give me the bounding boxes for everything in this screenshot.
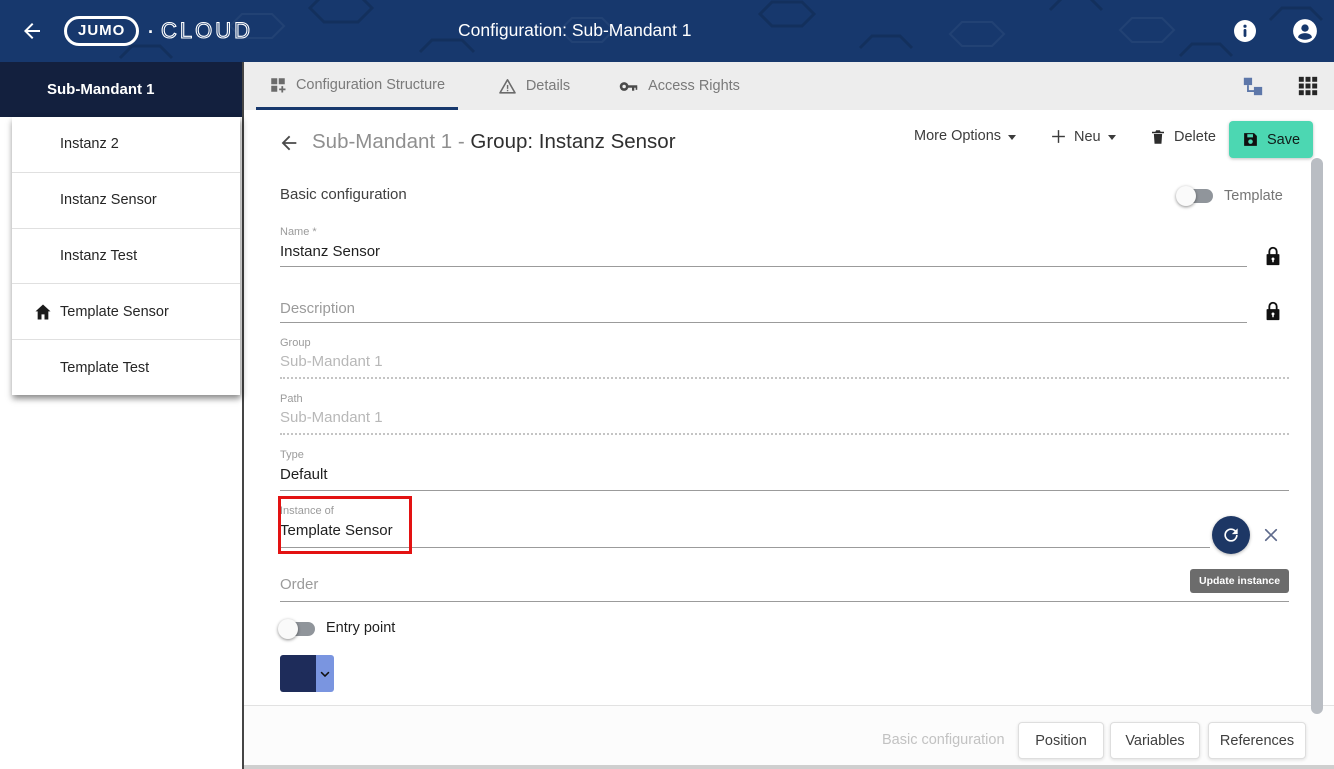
toggle-thumb <box>1176 186 1196 206</box>
app-root: JUMO · CLOUD Configuration: Sub-Mandant … <box>0 0 1334 769</box>
group-field-underline <box>280 377 1289 379</box>
more-options-label: More Options <box>914 128 1001 144</box>
lock-icon[interactable] <box>1262 300 1284 322</box>
window-title: Configuration: Sub-Mandant 1 <box>458 20 691 41</box>
type-field-label: Type <box>280 449 304 461</box>
lock-icon[interactable] <box>1262 245 1284 267</box>
tab-access-rights[interactable]: Access Rights <box>614 62 744 110</box>
refresh-icon <box>1221 525 1241 545</box>
tab-label: Configuration Structure <box>296 77 445 93</box>
name-field-underline <box>280 266 1247 267</box>
save-button[interactable]: Save <box>1229 121 1313 158</box>
group-field-value: Sub-Mandant 1 <box>280 353 383 370</box>
template-toggle[interactable] <box>1178 189 1213 203</box>
sidebar-item-list: Instanz 2 Instanz Sensor Instanz Test Te… <box>12 117 240 395</box>
sidebar-item-template-sensor[interactable]: Template Sensor <box>12 284 240 340</box>
update-instance-button[interactable] <box>1212 516 1250 554</box>
instance-of-field-underline <box>280 547 1210 548</box>
sidebar-item-instanz-test[interactable]: Instanz Test <box>12 229 240 285</box>
variables-button[interactable]: Variables <box>1110 722 1200 759</box>
cloud-logo-text: CLOUD <box>161 18 253 44</box>
info-icon[interactable] <box>1234 20 1256 42</box>
description-field-placeholder[interactable]: Description <box>280 300 355 317</box>
chevron-down-icon <box>1108 135 1116 140</box>
description-field-underline <box>280 322 1247 323</box>
page-title-main: Group: Instanz Sensor <box>470 130 675 153</box>
warning-icon <box>498 77 517 96</box>
logo-separator: · <box>148 22 154 43</box>
template-toggle-label: Template <box>1224 188 1283 204</box>
sidebar-item-label: Instanz 2 <box>60 136 119 152</box>
page-back-icon[interactable] <box>278 132 300 154</box>
sidebar-item-label: Template Test <box>60 360 149 376</box>
tab-label: Access Rights <box>648 78 740 94</box>
highlight-annotation-box <box>278 496 412 554</box>
sidebar-item-label: Instanz Sensor <box>60 192 157 208</box>
name-field-value[interactable]: Instanz Sensor <box>280 243 380 260</box>
path-field-label: Path <box>280 393 303 405</box>
references-button[interactable]: References <box>1208 722 1306 759</box>
name-field-label: Name * <box>280 226 317 238</box>
entry-point-toggle[interactable] <box>280 622 315 636</box>
color-swatch <box>280 655 316 692</box>
trash-icon <box>1149 128 1167 146</box>
bottom-current-section: Basic configuration <box>882 732 1005 748</box>
topbar: JUMO · CLOUD Configuration: Sub-Mandant … <box>0 0 1334 62</box>
tree-structure-icon[interactable] <box>1242 75 1264 97</box>
delete-label: Delete <box>1174 129 1216 145</box>
jumo-logo[interactable]: JUMO <box>64 16 139 46</box>
entry-point-toggle-label: Entry point <box>326 620 395 636</box>
type-field-underline <box>280 490 1289 491</box>
tab-details[interactable]: Details <box>484 62 584 110</box>
sidebar-item-template-test[interactable]: Template Test <box>12 340 240 395</box>
save-label: Save <box>1267 132 1300 148</box>
horizontal-scrollbar-track <box>244 765 1334 769</box>
order-field-underline <box>280 601 1289 602</box>
main-content: Configuration Structure Details <box>242 62 1334 769</box>
sidebar-item-label: Template Sensor <box>60 304 169 320</box>
new-label: Neu <box>1074 129 1101 145</box>
tab-label: Details <box>526 78 570 94</box>
sidebar-item-label: Instanz Test <box>60 248 137 264</box>
sidebar-item-instanz-sensor[interactable]: Instanz Sensor <box>12 173 240 229</box>
vertical-scrollbar-thumb[interactable] <box>1311 158 1323 714</box>
color-picker[interactable] <box>280 655 334 692</box>
type-field-value[interactable]: Default <box>280 466 328 483</box>
plus-icon <box>1050 128 1067 145</box>
tabbar: Configuration Structure Details <box>244 62 1334 110</box>
key-icon <box>618 76 639 97</box>
more-options-button[interactable]: More Options <box>914 128 1016 144</box>
update-instance-tooltip: Update instance <box>1190 569 1289 593</box>
new-button[interactable]: Neu <box>1050 128 1116 145</box>
account-icon[interactable] <box>1292 18 1318 44</box>
apps-grid-icon[interactable] <box>1297 75 1319 97</box>
dashboard-customize-icon <box>269 76 287 94</box>
close-icon[interactable] <box>1262 526 1280 544</box>
path-field-value: Sub-Mandant 1 <box>280 409 383 426</box>
home-icon <box>33 302 53 322</box>
chevron-down-icon <box>1008 135 1016 140</box>
sidebar-header-sub-mandant[interactable]: Sub-Mandant 1 <box>0 62 242 117</box>
sidebar-item-instanz-2[interactable]: Instanz 2 <box>12 117 240 173</box>
sidebar: Sub-Mandant 1 Instanz 2 Instanz Sensor I… <box>0 62 242 769</box>
page-title-prefix: Sub-Mandant 1 - <box>312 130 470 153</box>
group-field-label: Group <box>280 337 311 349</box>
page-title: Sub-Mandant 1 - Group: Instanz Sensor <box>312 130 676 154</box>
back-icon[interactable] <box>20 19 44 43</box>
toggle-thumb <box>278 619 298 639</box>
position-button[interactable]: Position <box>1018 722 1104 759</box>
tab-configuration-structure[interactable]: Configuration Structure <box>256 62 458 110</box>
path-field-underline <box>280 433 1289 435</box>
chevron-down-icon <box>318 667 332 681</box>
color-picker-dropdown[interactable] <box>316 655 334 692</box>
section-title: Basic configuration <box>280 186 407 203</box>
delete-button[interactable]: Delete <box>1149 128 1216 146</box>
save-icon <box>1242 131 1259 148</box>
order-field-placeholder[interactable]: Order <box>280 576 318 593</box>
